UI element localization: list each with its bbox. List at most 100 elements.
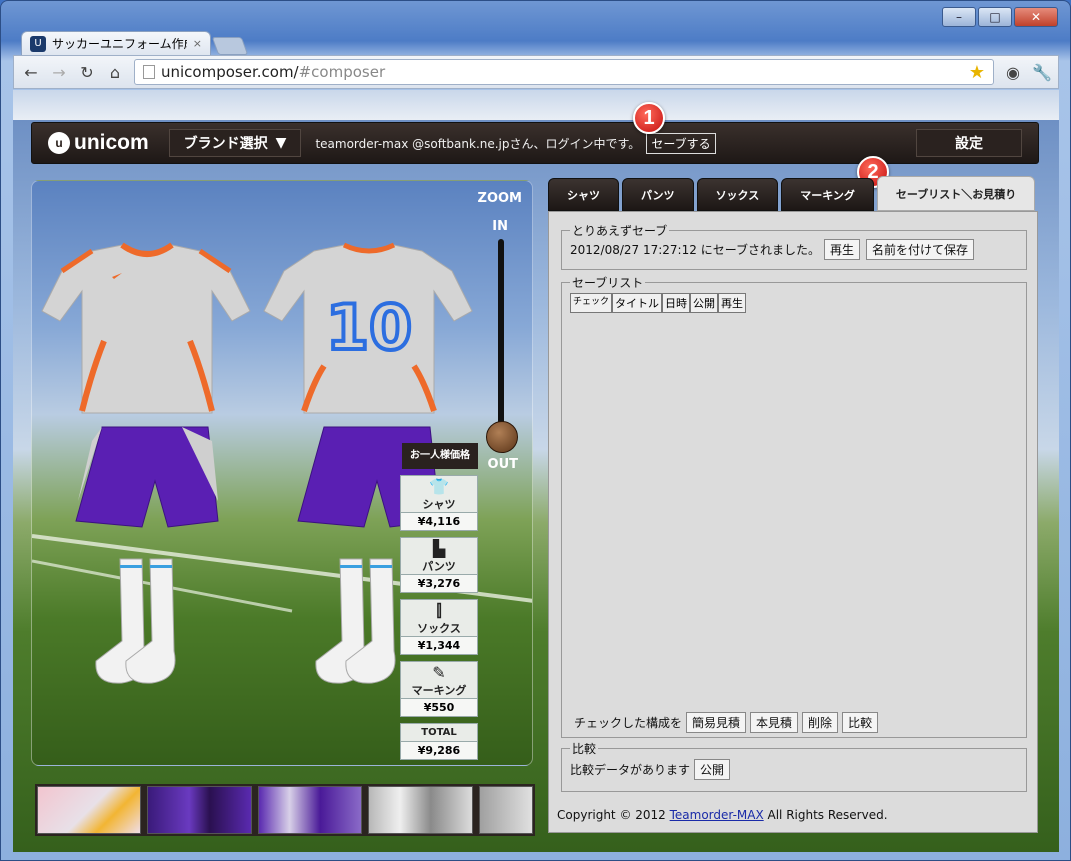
compare-legend: 比較	[572, 742, 597, 756]
price-item-shirt[interactable]: 👕 シャツ ¥4,116	[400, 475, 478, 531]
design-thumbnail-strip	[35, 784, 535, 836]
column-header-title: タイトル	[612, 293, 663, 313]
site-header: u unicom ブランド選択 ▼ teamorder-max @softban…	[31, 122, 1039, 164]
total-amount: ¥9,286	[401, 741, 477, 759]
tab-socks[interactable]: ソックス	[696, 178, 779, 211]
page-icon	[143, 65, 155, 79]
price-total: TOTAL ¥9,286	[400, 723, 478, 760]
favicon-icon: U	[30, 35, 46, 52]
bulk-actions: チェックした構成を 簡易見積 本見積 削除 比較	[574, 712, 879, 733]
tab-pants[interactable]: パンツ	[622, 178, 694, 211]
save-list-table-header: チェック タイトル 日時 公開 再生	[570, 293, 1018, 313]
maximize-button[interactable]: □	[978, 7, 1012, 27]
tab-title: サッカーユニフォーム作成	[52, 37, 187, 51]
window-controls: – □ ✕	[942, 7, 1058, 27]
tab-marking[interactable]: マーキング	[781, 178, 874, 211]
back-icon[interactable]: ←	[22, 63, 40, 82]
save-list-section: セーブリスト チェック タイトル 日時 公開 再生 チェックした構成を 簡易見積…	[561, 274, 1027, 738]
price-item-amount: ¥4,116	[401, 512, 477, 530]
zoom-slider-handle[interactable]	[486, 421, 518, 453]
delete-button[interactable]: 削除	[802, 712, 839, 733]
column-header-public: 公開	[690, 293, 719, 313]
price-item-label: パンツ	[422, 560, 456, 573]
compare-section: 比較 比較データがあります 公開	[561, 740, 1027, 792]
price-item-socks[interactable]: ⫿ ソックス ¥1,344	[400, 599, 478, 655]
browser-tab[interactable]: U サッカーユニフォーム作成 ×	[21, 31, 211, 55]
brand-select-label: ブランド選択	[183, 136, 268, 152]
teamorder-link[interactable]: Teamorder-MAX	[670, 808, 764, 822]
zoom-in-label: IN	[492, 219, 508, 234]
design-thumbnail[interactable]	[368, 786, 473, 834]
callout-badge-1: 1	[633, 102, 665, 134]
marking-icon: ✎	[432, 663, 446, 682]
design-thumbnail[interactable]	[147, 786, 252, 834]
copyright-prefix: Copyright © 2012	[557, 808, 670, 822]
page-content: u unicom ブランド選択 ▼ teamorder-max @softban…	[13, 90, 1059, 852]
logo-text: unicom	[74, 131, 149, 154]
minimize-button[interactable]: –	[942, 7, 976, 27]
price-item-label: マーキング	[411, 684, 467, 697]
design-thumbnail[interactable]	[257, 786, 363, 834]
logo-mark: u	[48, 132, 70, 154]
compare-message: 比較データがあります	[570, 763, 691, 777]
save-button[interactable]: セーブする	[646, 132, 716, 154]
price-item-pants[interactable]: ▙ パンツ ¥3,276	[400, 537, 478, 593]
quick-save-legend: とりあえずセーブ	[572, 224, 668, 238]
shirt-icon: 👕	[429, 477, 449, 496]
login-status: teamorder-max @softbank.ne.jpさん、ログイン中です。	[315, 136, 641, 151]
price-item-label: シャツ	[422, 498, 456, 511]
column-header-check: チェック	[570, 293, 613, 313]
uniform-composer: 10 ZOOM IN OUT お一人様価格 👕 シャツ ¥4,116 ▙ パンツ…	[31, 180, 533, 766]
browser-toolbar: ← → ↻ ⌂ unicomposer.com/#composer ★ ◉ 🔧	[13, 55, 1059, 89]
design-thumbnail[interactable]	[37, 786, 142, 834]
full-estimate-button[interactable]: 本見積	[750, 712, 799, 733]
back-shirt[interactable]: 10	[263, 242, 473, 414]
zoom-label: ZOOM	[477, 191, 522, 206]
close-window-button[interactable]: ✕	[1014, 7, 1058, 27]
front-socks[interactable]	[95, 558, 176, 684]
unicom-logo[interactable]: u unicom	[48, 131, 149, 155]
wrench-icon[interactable]: 🔧	[1032, 63, 1052, 82]
quick-save-section: とりあえずセーブ 2012/08/27 17:27:12 にセーブされました。 …	[561, 222, 1027, 270]
close-tab-icon[interactable]: ×	[193, 37, 202, 50]
copyright-suffix: All Rights Reserved.	[763, 808, 888, 822]
play-button[interactable]: 再生	[823, 239, 860, 260]
home-icon[interactable]: ⌂	[106, 63, 124, 82]
eye-extension-icon[interactable]: ◉	[1004, 63, 1022, 82]
tab-strip: U サッカーユニフォーム作成 ×	[21, 29, 249, 55]
column-header-play: 再生	[718, 293, 747, 313]
url-path: #composer	[298, 63, 386, 81]
price-summary: お一人様価格 👕 シャツ ¥4,116 ▙ パンツ ¥3,276 ⫿ ソックス ¥1,…	[400, 443, 478, 760]
reload-icon[interactable]: ↻	[78, 63, 96, 82]
socks-icon: ⫿	[436, 601, 442, 620]
quick-estimate-button[interactable]: 簡易見積	[686, 712, 747, 733]
forward-icon[interactable]: →	[50, 63, 68, 82]
price-header: お一人様価格	[402, 443, 478, 469]
quick-save-message: 2012/08/27 17:27:12 にセーブされました。	[570, 243, 820, 257]
price-item-label: ソックス	[417, 622, 461, 635]
price-item-amount: ¥3,276	[401, 574, 477, 592]
save-list-legend: セーブリスト	[572, 276, 644, 290]
address-bar[interactable]: unicomposer.com/#composer ★	[134, 59, 994, 85]
right-tabs: シャツ パンツ ソックス マーキング セーブリスト＼お見積り	[548, 176, 1036, 211]
front-shorts[interactable]	[75, 426, 219, 528]
price-item-amount: ¥550	[401, 698, 477, 716]
bookmark-star-icon[interactable]: ★	[969, 62, 985, 83]
back-socks[interactable]	[315, 558, 396, 684]
design-thumbnail[interactable]	[478, 786, 533, 834]
brand-select-button[interactable]: ブランド選択 ▼	[168, 129, 302, 157]
save-as-button[interactable]: 名前を付けて保存	[865, 239, 974, 260]
compare-button[interactable]: 比較	[842, 712, 879, 733]
url-host: unicomposer.com/	[161, 63, 299, 81]
total-label: TOTAL	[421, 727, 457, 738]
tab-savelist-estimate[interactable]: セーブリスト＼お見積り	[876, 176, 1036, 211]
settings-button[interactable]: 設定	[916, 129, 1022, 157]
front-shirt[interactable]	[41, 242, 251, 414]
tab-shirt[interactable]: シャツ	[548, 178, 619, 211]
zoom-slider-track[interactable]	[498, 239, 504, 451]
price-item-marking[interactable]: ✎ マーキング ¥550	[400, 661, 478, 717]
column-header-datetime: 日時	[662, 293, 691, 313]
new-tab-button[interactable]	[211, 37, 249, 55]
chevron-down-icon: ▼	[275, 135, 287, 151]
publish-button[interactable]: 公開	[694, 759, 731, 780]
